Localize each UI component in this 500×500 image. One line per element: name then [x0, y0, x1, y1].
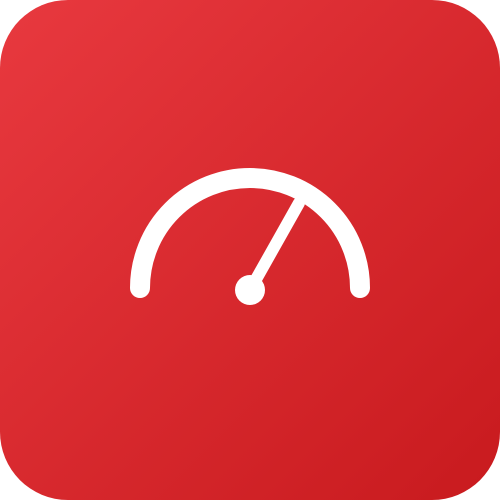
gauge-arc — [130, 168, 370, 298]
gauge-hub — [235, 275, 265, 305]
speedometer-icon — [130, 168, 370, 305]
canvas — [0, 0, 500, 500]
speedometer-app-icon[interactable] — [0, 0, 500, 500]
